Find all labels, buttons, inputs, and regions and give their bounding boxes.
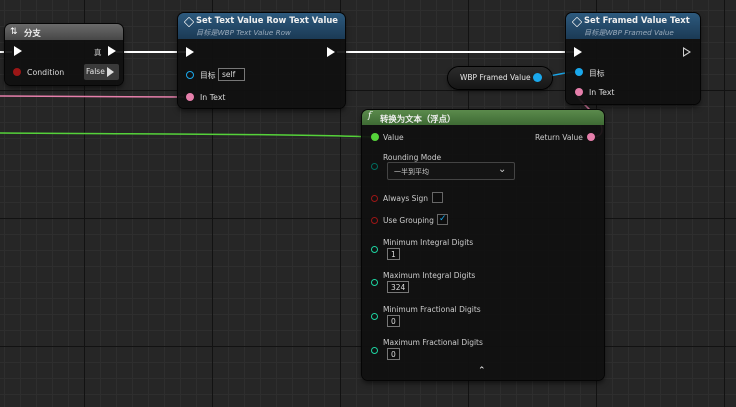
float-wire-to-convert — [0, 132, 373, 138]
checkmark-icon: ✓ — [439, 214, 447, 224]
max-integral-digits-label: Maximum Integral Digits — [383, 271, 476, 280]
false-label: False — [86, 67, 105, 76]
max-integral-digits-field[interactable]: 324 — [387, 281, 410, 293]
branch-exec-in-pin[interactable] — [14, 46, 22, 56]
set-text-value-subtitle: 目标是WBP Text Value Row — [196, 28, 291, 37]
min-fractional-digits-label: Minimum Fractional Digits — [383, 305, 481, 314]
branch-node-title: 分支 — [24, 28, 41, 38]
pure-function-icon: f — [368, 111, 372, 121]
always-sign-label: Always Sign — [383, 194, 429, 203]
variable-output-pin[interactable] — [533, 73, 542, 82]
branch-icon: ⇅ — [10, 27, 18, 37]
set-text-in-text-pin[interactable] — [186, 93, 194, 101]
branch-node-header[interactable]: ⇅ 分支 — [5, 24, 123, 40]
use-grouping-checkbox[interactable]: ✓ — [437, 214, 448, 225]
set-text-exec-out-pin[interactable] — [327, 47, 335, 57]
always-sign-checkbox[interactable] — [432, 192, 443, 203]
set-text-target-pin[interactable] — [186, 71, 194, 79]
function-icon — [183, 16, 195, 28]
set-framed-value-title: Set Framed Value Text — [584, 15, 690, 25]
set-framed-target-pin[interactable] — [575, 68, 583, 76]
set-text-in-text-label: In Text — [200, 93, 226, 102]
min-integral-digits-pin[interactable] — [371, 246, 378, 253]
chevron-down-icon: ⌄ — [498, 164, 507, 175]
convert-float-to-text-node[interactable]: f 转换为文本（浮点） Value Return Value Rounding … — [362, 110, 604, 380]
collapse-chevron-up-icon[interactable]: ⌃ — [478, 366, 486, 376]
max-fractional-digits-label: Maximum Fractional Digits — [383, 338, 483, 347]
min-integral-digits-label: Minimum Integral Digits — [383, 238, 474, 247]
variable-node-label: WBP Framed Value — [460, 73, 531, 82]
set-framed-value-subtitle: 目标是WBP Framed Value — [584, 28, 674, 37]
function-icon — [571, 16, 583, 28]
set-text-target-field[interactable]: self — [218, 68, 245, 81]
text-wire-left — [0, 95, 185, 98]
max-fractional-digits-field[interactable]: 0 — [387, 348, 400, 360]
return-value-label: Return Value — [535, 133, 583, 142]
condition-label: Condition — [27, 68, 65, 77]
min-integral-digits-field[interactable]: 1 — [387, 248, 400, 260]
rounding-mode-value: 一半到平均 — [394, 168, 429, 176]
convert-node-header[interactable]: f 转换为文本（浮点） — [362, 110, 604, 125]
set-text-value-title: Set Text Value Row Text Value — [196, 15, 338, 25]
always-sign-bool-pin[interactable] — [371, 195, 378, 202]
return-value-text-pin[interactable] — [587, 133, 595, 141]
rounding-mode-pin[interactable] — [371, 163, 378, 170]
max-integral-digits-pin[interactable] — [371, 279, 378, 286]
set-framed-target-label: 目标 — [589, 69, 605, 78]
set-framed-in-text-pin[interactable] — [575, 88, 583, 96]
rounding-mode-label: Rounding Mode — [383, 153, 442, 162]
value-float-pin[interactable] — [371, 133, 379, 141]
use-grouping-bool-pin[interactable] — [371, 217, 378, 224]
value-label: Value — [383, 133, 404, 142]
set-text-value-header[interactable]: Set Text Value Row Text Value 目标是WBP Tex… — [178, 13, 345, 39]
max-fractional-digits-pin[interactable] — [371, 347, 378, 354]
branch-node[interactable]: ⇅ 分支 真 Condition False — [5, 24, 123, 85]
set-framed-exec-in-pin[interactable] — [574, 47, 582, 57]
set-text-value-node[interactable]: Set Text Value Row Text Value 目标是WBP Tex… — [178, 13, 345, 108]
set-framed-value-node[interactable]: Set Framed Value Text 目标是WBP Framed Valu… — [566, 13, 700, 104]
set-text-target-label: 目标 — [200, 71, 216, 80]
set-framed-value-header[interactable]: Set Framed Value Text 目标是WBP Framed Valu… — [566, 13, 700, 39]
wbp-framed-value-variable-node[interactable]: WBP Framed Value — [448, 67, 552, 89]
false-pin-container[interactable]: False — [84, 64, 119, 80]
set-framed-exec-out-pin-inner — [684, 49, 689, 55]
branch-false-exec-pin[interactable] — [107, 67, 114, 77]
branch-true-label: 真 — [94, 48, 102, 57]
branch-true-exec-pin[interactable] — [108, 46, 116, 56]
min-fractional-digits-field[interactable]: 0 — [387, 315, 400, 327]
use-grouping-label: Use Grouping — [383, 216, 434, 225]
convert-node-title: 转换为文本（浮点） — [380, 114, 456, 124]
min-fractional-digits-pin[interactable] — [371, 313, 378, 320]
rounding-mode-dropdown[interactable]: 一半到平均 ⌄ — [387, 162, 515, 180]
set-text-exec-in-pin[interactable] — [186, 47, 194, 57]
set-framed-in-text-label: In Text — [589, 88, 615, 97]
condition-bool-pin[interactable] — [13, 68, 21, 76]
